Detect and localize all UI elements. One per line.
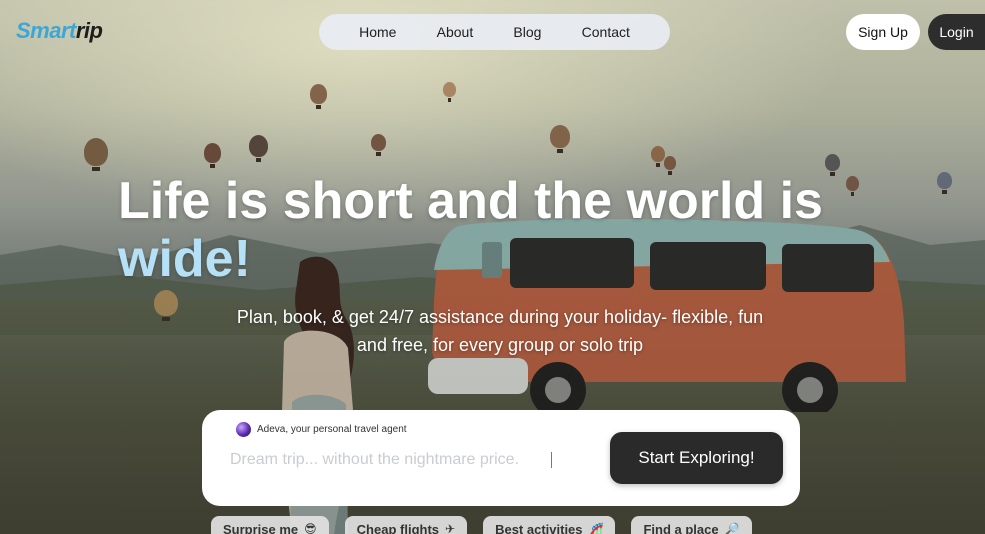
brand-logo[interactable]: Smartrip (16, 18, 103, 44)
login-button[interactable]: Login (928, 14, 985, 50)
nav-contact-link[interactable]: Contact (582, 24, 630, 40)
chip-cheap-flights[interactable]: Cheap flights ✈ (344, 516, 468, 534)
chip-surprise-me[interactable]: Surprise me 😎 (211, 516, 329, 534)
chip-label: Best activities (495, 522, 583, 534)
nav-about-link[interactable]: About (437, 24, 474, 40)
start-exploring-button[interactable]: Start Exploring! (610, 432, 783, 484)
chip-label: Cheap flights (356, 522, 440, 534)
search-card: Adeva, your personal travel agent Start … (202, 410, 800, 506)
sunglasses-face-icon: 😎 (304, 522, 317, 534)
magnifier-icon: 🔎 (724, 522, 740, 534)
signup-button[interactable]: Sign Up (846, 14, 920, 50)
text-cursor (551, 452, 552, 468)
agent-label-row: Adeva, your personal travel agent (236, 422, 407, 437)
airplane-icon: ✈ (445, 522, 456, 534)
activity-icon: 🎢 (588, 522, 604, 534)
quick-links: Surprise me 😎 Cheap flights ✈ Best activ… (211, 516, 768, 534)
main-navigation: Home About Blog Contact (319, 14, 670, 50)
logo-text-secondary: rip (75, 18, 103, 43)
hero-subtitle: Plan, book, & get 24/7 assistance during… (236, 307, 764, 355)
hero-headline: Life is short and the world is wide! (118, 172, 898, 288)
chip-best-activities[interactable]: Best activities 🎢 (483, 516, 616, 534)
logo-text-primary: Smart (16, 18, 76, 43)
nav-home-link[interactable]: Home (359, 24, 396, 40)
nav-blog-link[interactable]: Blog (513, 24, 541, 40)
agent-label: Adeva, your personal travel agent (257, 424, 407, 435)
chip-label: Surprise me (223, 522, 299, 534)
chip-find-a-place[interactable]: Find a place 🔎 (631, 516, 752, 534)
trip-search-input[interactable] (230, 447, 560, 473)
agent-orb-icon (236, 422, 251, 437)
headline-main-text: Life is short and the world is (118, 172, 823, 230)
chip-label: Find a place (643, 522, 719, 534)
headline-highlight-text: wide! (118, 230, 251, 288)
